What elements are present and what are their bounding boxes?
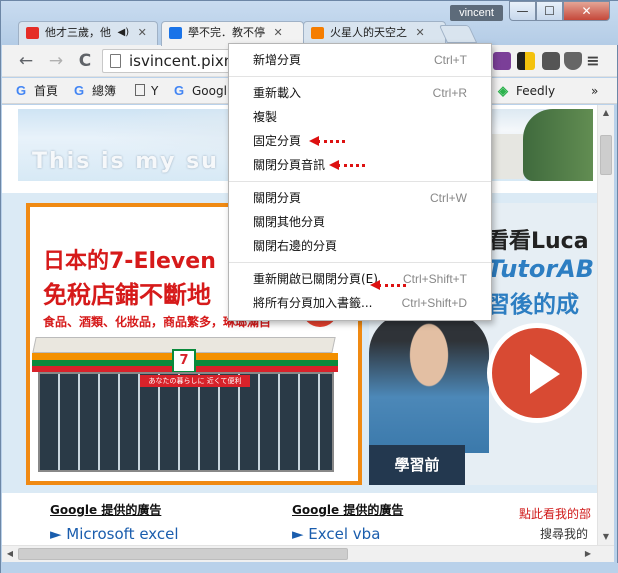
scroll-thumb[interactable] bbox=[18, 548, 348, 560]
title-bar: vincent — ☐ ✕ 他才三歲，他 ◀) ✕ 學不完．教不停 ✕ 火星人的… bbox=[1, 1, 618, 46]
reload-button[interactable]: C bbox=[75, 51, 95, 71]
scroll-left-icon[interactable]: ◀ bbox=[2, 546, 18, 562]
google-icon: G bbox=[16, 83, 27, 98]
bookmark-home[interactable]: G 首頁 bbox=[16, 82, 58, 100]
menu-item-close-other-tabs[interactable]: 關閉其他分頁 bbox=[229, 210, 491, 234]
menu-item-new-tab[interactable]: 新增分頁 Ctrl+T bbox=[229, 48, 491, 72]
ad-caption: 學習前 bbox=[369, 445, 465, 485]
bookmarks-overflow-button[interactable]: » bbox=[591, 82, 598, 100]
tab-blogger[interactable]: 火星人的天空之 ✕ bbox=[303, 21, 446, 45]
close-tab-icon[interactable]: ✕ bbox=[274, 22, 283, 44]
ad-link-excel-vba[interactable]: ► Excel vba bbox=[292, 525, 380, 543]
maximize-button[interactable]: ☐ bbox=[536, 1, 563, 21]
annotation-arrow-icon bbox=[370, 280, 410, 290]
chrome-menu-icon[interactable]: ≡ bbox=[585, 51, 601, 71]
close-tab-icon[interactable]: ✕ bbox=[416, 22, 425, 44]
menu-separator bbox=[229, 181, 491, 182]
menu-item-reload[interactable]: 重新載入 Ctrl+R bbox=[229, 81, 491, 105]
tab-title: 火星人的天空之 bbox=[330, 26, 407, 39]
close-tab-icon[interactable]: ✕ bbox=[138, 22, 147, 44]
audio-playing-icon[interactable]: ◀) bbox=[118, 22, 130, 44]
seven-eleven-logo: 7 bbox=[172, 349, 196, 373]
scroll-right-icon[interactable]: ▶ bbox=[580, 546, 596, 562]
google-icon: G bbox=[74, 83, 85, 98]
ads-by-google-label[interactable]: Google 提供的廣告 bbox=[292, 501, 403, 518]
bookmark-feedly[interactable]: ◈ Feedly bbox=[498, 82, 555, 100]
banner-text: This is my su bbox=[32, 149, 219, 174]
page-icon bbox=[110, 54, 121, 68]
menu-item-duplicate[interactable]: 複製 bbox=[229, 105, 491, 129]
annotation-arrow-icon bbox=[309, 136, 349, 146]
url-text[interactable]: isvincent.pixn bbox=[129, 50, 233, 72]
google-icon: G bbox=[174, 83, 185, 98]
bookmark-ledger[interactable]: G 總簿 bbox=[74, 82, 116, 100]
profile-button[interactable]: vincent bbox=[450, 5, 503, 21]
blogger-icon bbox=[311, 27, 324, 39]
browser-window: vincent — ☐ ✕ 他才三歲，他 ◀) ✕ 學不完．教不停 ✕ 火星人的… bbox=[0, 0, 618, 573]
menu-item-bookmark-all-tabs[interactable]: 將所有分頁加入書籤... Ctrl+Shift+D bbox=[229, 291, 491, 315]
scroll-thumb[interactable] bbox=[600, 135, 612, 175]
menu-item-close-tabs-right[interactable]: 關閉右邊的分頁 bbox=[229, 234, 491, 258]
extension-icon[interactable] bbox=[517, 52, 535, 70]
menu-item-pin-tab[interactable]: 固定分頁 bbox=[229, 129, 491, 153]
onetab-icon[interactable] bbox=[542, 52, 560, 70]
pocket-icon[interactable] bbox=[564, 52, 582, 70]
play-video-icon[interactable] bbox=[487, 323, 587, 423]
tab-title: 學不完．教不停 bbox=[188, 26, 265, 39]
menu-separator bbox=[229, 76, 491, 77]
horizontal-scrollbar[interactable]: ◀ ▶ bbox=[2, 545, 614, 562]
vertical-scrollbar[interactable]: ▲ ▼ bbox=[597, 105, 614, 545]
menu-separator bbox=[229, 262, 491, 263]
feedly-icon: ◈ bbox=[498, 83, 508, 98]
tab-youtube[interactable]: 他才三歲，他 ◀) ✕ bbox=[18, 21, 158, 45]
scroll-up-icon[interactable]: ▲ bbox=[598, 105, 614, 121]
tab-context-menu: 新增分頁 Ctrl+T 重新載入 Ctrl+R 複製 固定分頁 關閉分頁音訊 關閉分… bbox=[228, 43, 492, 321]
sidebar-search-label: 搜尋我的 bbox=[540, 527, 589, 541]
onenote-icon[interactable] bbox=[493, 52, 511, 70]
annotation-arrow-icon bbox=[329, 160, 369, 170]
menu-item-close-tab[interactable]: 關閉分頁 Ctrl+W bbox=[229, 186, 491, 210]
tab-title: 他才三歲，他 bbox=[45, 26, 111, 39]
close-window-button[interactable]: ✕ bbox=[563, 1, 610, 21]
ads-by-google-label[interactable]: Google 提供的廣告 bbox=[50, 501, 161, 518]
scroll-down-icon[interactable]: ▼ bbox=[598, 529, 614, 545]
forward-button[interactable]: → bbox=[46, 51, 66, 71]
menu-item-reopen-closed-tab[interactable]: 重新開啟已關閉分頁(E) Ctrl+Shift+T bbox=[229, 267, 491, 291]
person-photo bbox=[369, 313, 489, 453]
page-icon bbox=[135, 84, 145, 96]
bookmark-y[interactable]: Y bbox=[135, 82, 158, 100]
bookmark-google[interactable]: G Googl bbox=[174, 82, 227, 100]
sidebar-red-link[interactable]: 點此看我的部 bbox=[519, 505, 591, 522]
minimize-button[interactable]: — bbox=[509, 1, 536, 21]
store-illustration: 7 あなたの暮らしに 近くて便利 bbox=[30, 337, 358, 481]
address-bar[interactable]: isvincent.pixn bbox=[102, 49, 237, 73]
back-button[interactable]: ← bbox=[16, 51, 36, 71]
ad-link-microsoft-excel[interactable]: ► Microsoft excel bbox=[50, 525, 179, 543]
blogger-bird-icon bbox=[169, 27, 182, 39]
youtube-icon bbox=[26, 27, 39, 39]
